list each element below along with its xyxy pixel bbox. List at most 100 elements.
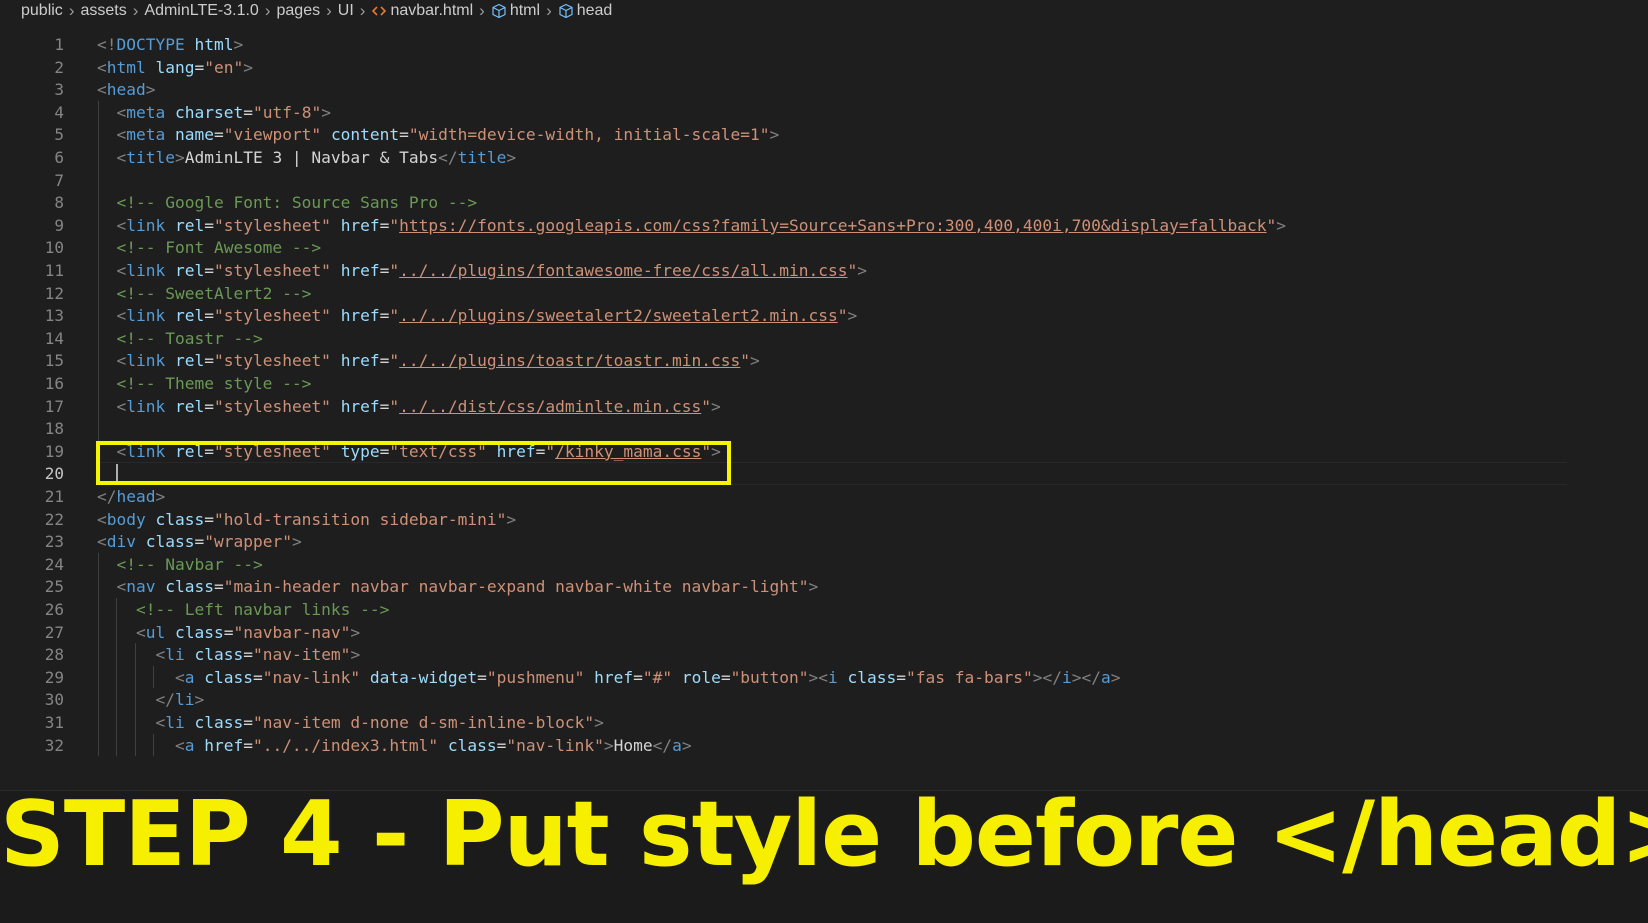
breadcrumb-item-navbar-html[interactable]: navbar.html	[371, 2, 473, 20]
code-token: "viewport"	[223, 125, 322, 145]
code-line[interactable]: 8 <!-- Google Font: Source Sans Pro -->	[0, 191, 1648, 214]
code-line[interactable]: 7	[0, 169, 1648, 192]
code-token: class	[447, 735, 497, 755]
breadcrumb-item-assets[interactable]: assets	[80, 2, 126, 20]
breadcrumb-item-html[interactable]: html	[491, 2, 540, 20]
code-token: ../../plugins/fontawesome-free/css/all.m…	[399, 261, 848, 280]
code-token: class	[145, 532, 195, 552]
line-number: 13	[44, 306, 64, 326]
code-token: "nav-item d-none d-sm-inline-block"	[252, 713, 595, 732]
code-line[interactable]: 1 <!DOCTYPE html>	[0, 33, 1648, 56]
breadcrumb-item-public[interactable]: public	[21, 2, 63, 20]
code-line[interactable]: 26 <!-- Left navbar links -->	[0, 598, 1648, 621]
code-token: "stylesheet"	[213, 306, 331, 326]
breadcrumb-label: AdminLTE-3.1.0	[144, 2, 259, 19]
code-token: "	[740, 351, 751, 371]
line-number: 23	[44, 532, 64, 552]
code-line[interactable]: 12 <!-- SweetAlert2 -->	[0, 282, 1648, 305]
code-token: name	[174, 125, 214, 145]
code-line[interactable]: 22 <body class="hold-transition sidebar-m…	[0, 508, 1648, 531]
code-token: a	[184, 667, 195, 687]
highlight-box	[96, 441, 731, 485]
line-number: 1	[54, 35, 64, 54]
breadcrumb-item-adminlte-3-1-0[interactable]: AdminLTE-3.1.0	[144, 2, 258, 20]
breadcrumb-label: assets	[80, 2, 127, 19]
code-line[interactable]: 28 <li class="nav-item">	[0, 643, 1648, 666]
line-number: 17	[44, 396, 64, 416]
code-token: <!-- Font Awesome -->	[116, 238, 322, 258]
code-token: <	[116, 215, 127, 235]
code-token: =	[204, 351, 214, 371]
code-line[interactable]: 30 </li>	[0, 688, 1648, 711]
code-line[interactable]: 3 <head>	[0, 78, 1648, 101]
code-token: >	[1276, 215, 1287, 235]
line-number: 3	[54, 80, 64, 100]
code-token: =	[379, 306, 390, 326]
code-line[interactable]: 23 <div class="wrapper">	[0, 530, 1648, 553]
code-line[interactable]: 24 <!-- Navbar -->	[0, 553, 1648, 576]
code-token: "nav-link"	[262, 667, 361, 687]
code-token: "#"	[642, 667, 673, 687]
code-token: i	[828, 667, 838, 687]
code-line[interactable]: 11 <link rel="stylesheet" href="../../pl…	[0, 259, 1648, 282]
code-line[interactable]: 27 <ul class="navbar-nav">	[0, 621, 1648, 644]
code-line[interactable]: 16 <!-- Theme style -->	[0, 372, 1648, 395]
breadcrumb-label: navbar.html	[390, 2, 474, 19]
code-token: >	[145, 80, 156, 100]
breadcrumb-item-ui[interactable]: UI	[338, 2, 354, 20]
code-line[interactable]: 2 <html lang="en">	[0, 56, 1648, 79]
code-token: nav	[126, 577, 156, 597]
code-token: rel	[174, 396, 205, 416]
code-line[interactable]: 25 <nav class="main-header navbar navbar…	[0, 575, 1648, 598]
code-line[interactable]: 9 <link rel="stylesheet" href="https://f…	[0, 214, 1648, 237]
code-token: =	[243, 713, 253, 732]
code-line[interactable]: 18	[0, 417, 1648, 440]
code-line[interactable]: 5 <meta name="viewport" content="width=d…	[0, 123, 1648, 146]
code-line[interactable]: 32 <a href="../../index3.html" class="na…	[0, 734, 1648, 757]
code-line[interactable]: 17 <link rel="stylesheet" href="../../di…	[0, 395, 1648, 418]
breadcrumb-item-pages[interactable]: pages	[277, 2, 321, 20]
line-number: 20	[44, 464, 64, 484]
code-token: ../../plugins/toastr/toastr.min.css	[399, 351, 741, 371]
code-token: head	[106, 80, 146, 100]
code-token: >	[174, 148, 185, 167]
code-line[interactable]: 13 <link rel="stylesheet" href="../../pl…	[0, 304, 1648, 327]
code-text: <!-- Google Font: Source Sans Pro -->	[97, 191, 478, 214]
code-line[interactable]: 29 <a class="nav-link" data-widget="push…	[0, 666, 1648, 689]
code-token: "	[389, 351, 400, 371]
code-token: >	[769, 125, 780, 145]
code-token: </	[97, 487, 117, 506]
indent-guide	[116, 598, 118, 757]
code-line[interactable]: 4 <meta charset="utf-8">	[0, 101, 1648, 124]
code-editor[interactable]: 1 <!DOCTYPE html> 2 <html lang="en"> 3 <head>…	[0, 24, 1648, 789]
code-token: charset	[174, 102, 244, 122]
code-token: =	[633, 667, 643, 687]
code-token: =	[379, 396, 390, 416]
code-token: DOCTYPE	[116, 35, 185, 54]
breadcrumb-item-head[interactable]: head	[558, 2, 612, 20]
code-token: ><	[808, 667, 829, 687]
code-line[interactable]: 14 <!-- Toastr -->	[0, 327, 1648, 350]
code-token: >	[243, 57, 253, 77]
code-line[interactable]: 10 <!-- Font Awesome -->	[0, 236, 1648, 259]
code-text: <nav class="main-header navbar navbar-ex…	[97, 575, 819, 598]
code-line[interactable]: 31 <li class="nav-item d-none d-sm-inlin…	[0, 711, 1648, 734]
code-token: href	[340, 215, 380, 235]
code-token: </	[652, 735, 673, 755]
code-token: <	[155, 645, 166, 665]
code-line[interactable]: 21 </head>	[0, 485, 1648, 508]
code-token: <	[116, 102, 127, 122]
code-token: <	[116, 351, 127, 371]
code-line[interactable]: 6 <title>AdminLTE 3 | Navbar & Tabs</tit…	[0, 146, 1648, 169]
code-token: ></	[1032, 667, 1062, 687]
line-number: 9	[54, 215, 64, 235]
code-token: >	[350, 622, 361, 642]
code-token: <	[97, 80, 107, 100]
code-line[interactable]: 15 <link rel="stylesheet" href="../../pl…	[0, 349, 1648, 372]
